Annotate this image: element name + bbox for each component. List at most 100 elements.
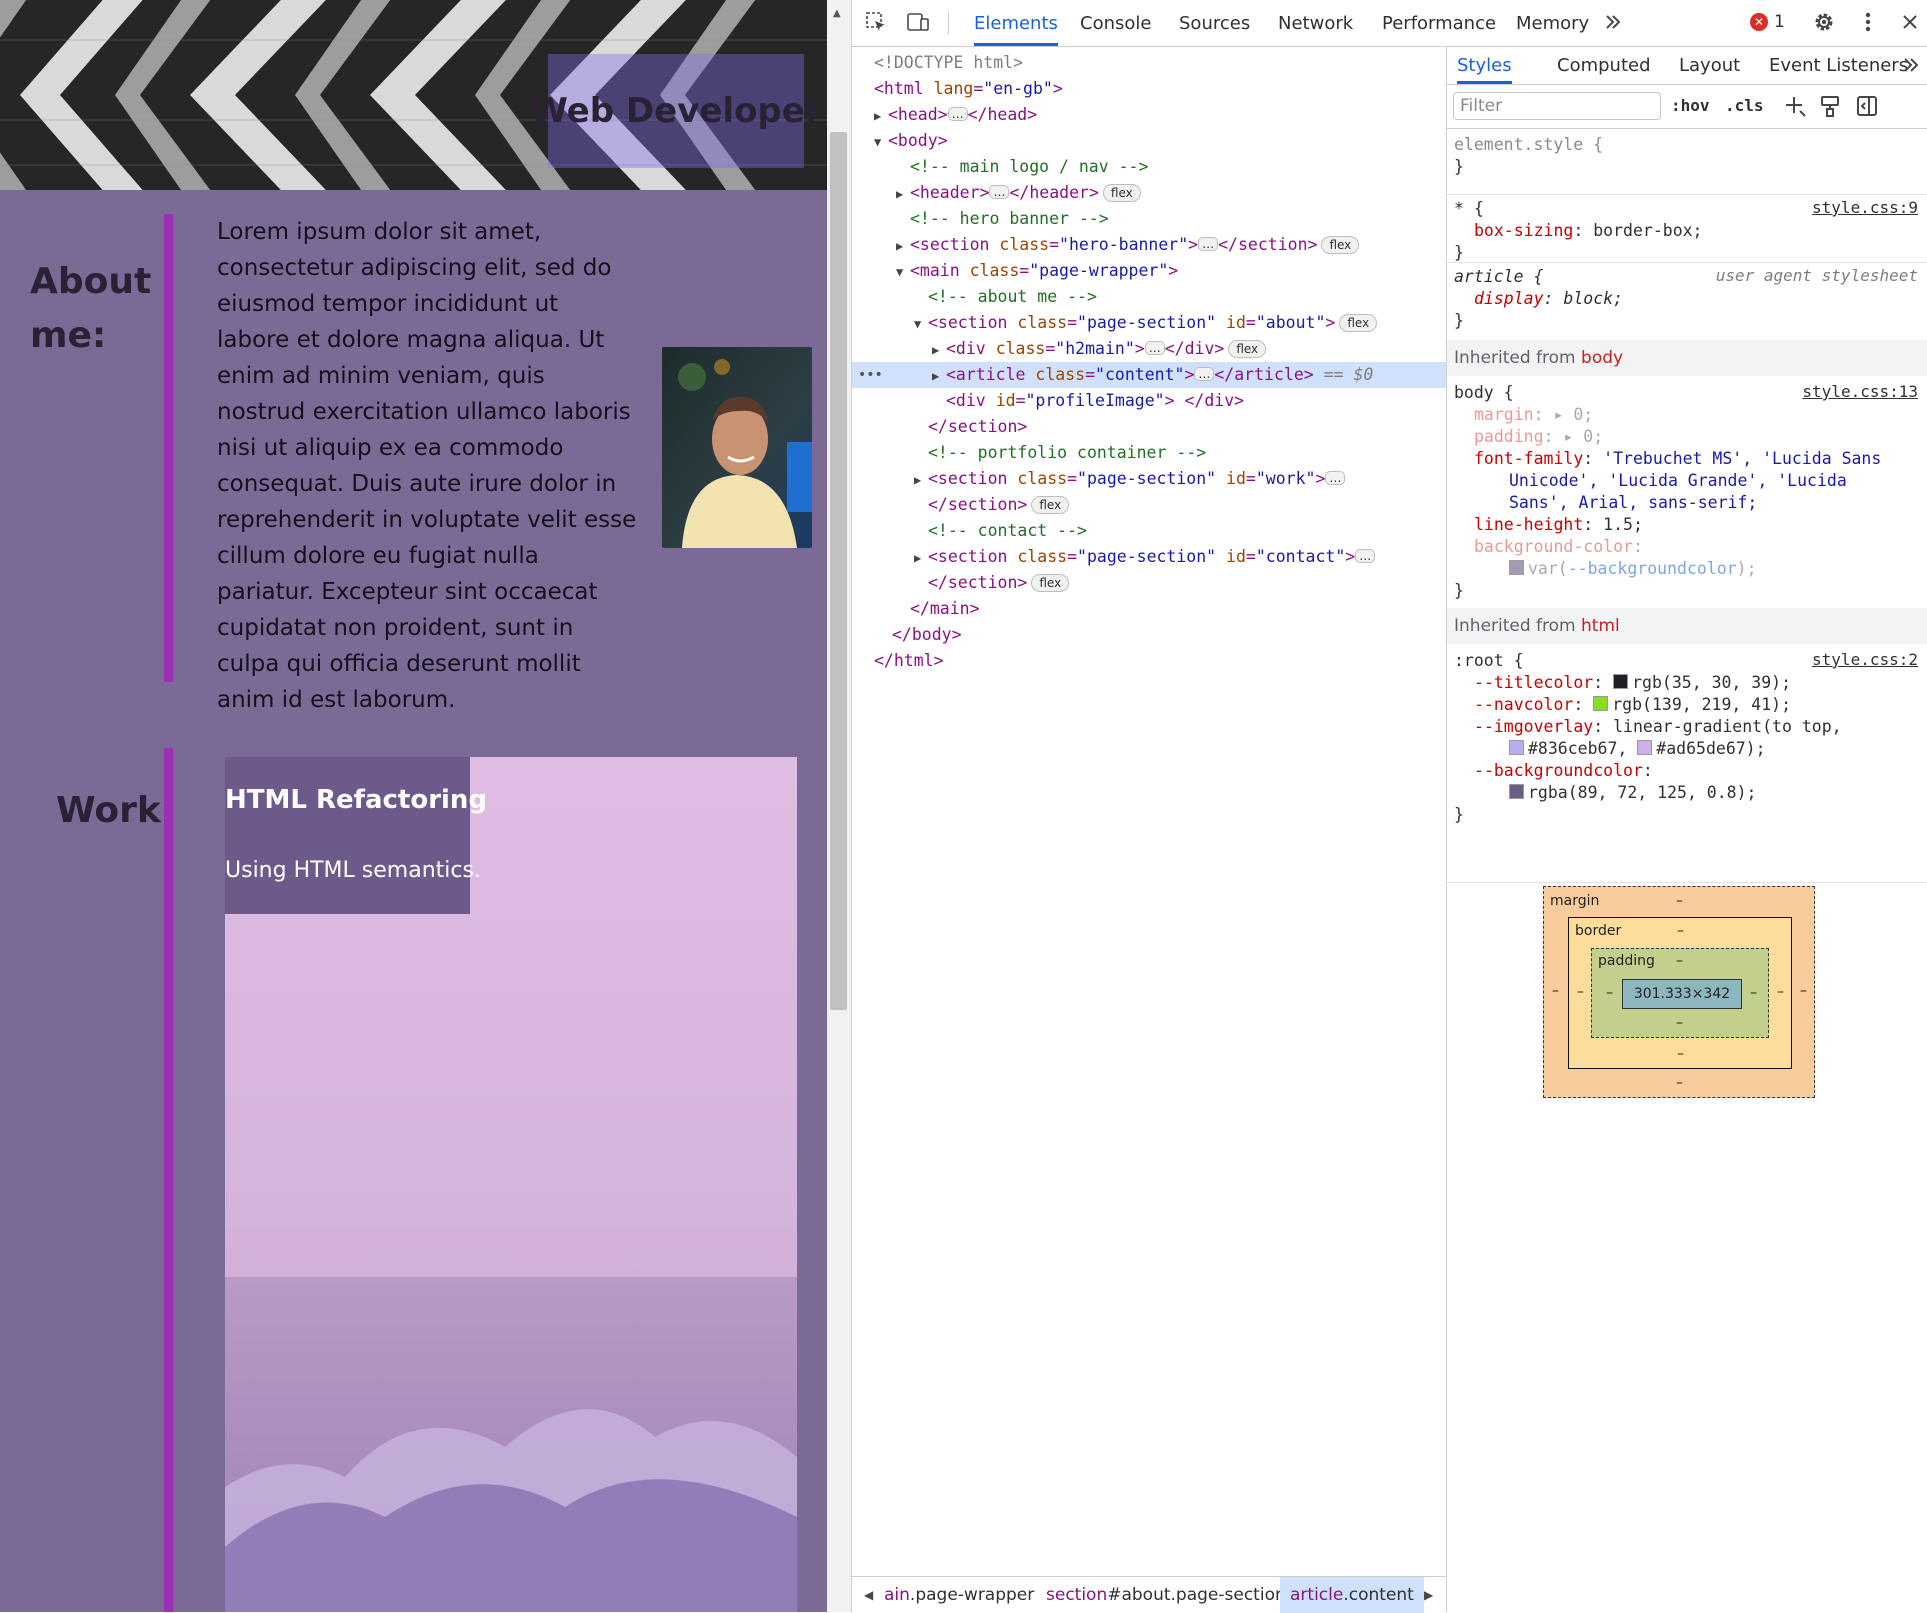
dom-comment-hero[interactable]: <!-- hero banner -->	[852, 206, 1446, 232]
dom-comment-about[interactable]: <!-- about me -->	[852, 284, 1446, 310]
hero-banner: Web Developer	[0, 0, 827, 190]
site-brand[interactable]: Web Developer	[530, 54, 822, 168]
expand-triangle-icon[interactable]: ▶	[874, 103, 888, 129]
flex-badge[interactable]: flex	[1339, 314, 1378, 332]
breadcrumb-item-main[interactable]: ain.page-wrapper	[884, 1577, 1034, 1613]
dom-node-header[interactable]: ▶ <header>… </header> flex	[852, 180, 1446, 206]
flex-badge[interactable]: flex	[1228, 340, 1267, 358]
color-swatch[interactable]	[1509, 740, 1524, 755]
tab-network[interactable]: Network	[1278, 0, 1353, 46]
dom-node-main-close[interactable]: </main>	[852, 596, 1446, 622]
filter-input[interactable]	[1453, 92, 1661, 120]
box-model-border[interactable]: border – – – – padding – – – – 301.333×3…	[1568, 917, 1792, 1069]
dom-node-about-section[interactable]: ▼ <section class="page-section" id="about…	[852, 310, 1446, 336]
breadcrumb-item-section[interactable]: section#about.page-section	[1046, 1577, 1286, 1613]
error-counter[interactable]: ✕ 1	[1750, 12, 1785, 32]
rule-body[interactable]: body { style.css:13 margin: ▸ 0; padding…	[1447, 378, 1927, 604]
dom-node-work-section[interactable]: ▶ <section class="page-section" id="work"…	[852, 466, 1446, 492]
new-style-rule-icon[interactable]	[1783, 94, 1807, 122]
breadcrumb-item-article[interactable]: article.content	[1280, 1577, 1424, 1613]
collapse-triangle-icon[interactable]: ▼	[914, 311, 928, 337]
inherited-body-link[interactable]: body	[1581, 348, 1623, 368]
flex-badge[interactable]: flex	[1031, 496, 1070, 514]
chevron-double-right-icon[interactable]	[1601, 10, 1625, 34]
dom-comment-contact[interactable]: <!-- contact -->	[852, 518, 1446, 544]
tab-performance[interactable]: Performance	[1382, 0, 1496, 46]
inherited-html-link[interactable]: html	[1581, 616, 1620, 636]
color-swatch[interactable]	[1509, 560, 1524, 575]
expand-triangle-icon[interactable]: ▶	[914, 467, 928, 493]
paint-brush-icon[interactable]	[1819, 94, 1841, 122]
source-link[interactable]: style.css:13	[1802, 382, 1918, 401]
profile-image	[662, 347, 812, 548]
error-x-icon: ✕	[1750, 13, 1768, 31]
dom-node-body-close[interactable]: </body>	[852, 622, 1446, 648]
scroll-up-arrow-icon[interactable]: ▲	[833, 8, 841, 19]
expand-triangle-icon[interactable]: ▶	[932, 337, 946, 363]
dom-node-h2main[interactable]: ▶ <div class="h2main">… </div> flex	[852, 336, 1446, 362]
close-icon[interactable]	[1898, 10, 1922, 34]
box-model-margin[interactable]: margin – – – – border – – – – padding – …	[1543, 886, 1815, 1098]
rule-article-ua[interactable]: article { user agent stylesheet display:…	[1447, 264, 1927, 330]
collapse-triangle-icon[interactable]: ▼	[874, 129, 888, 155]
rule-root[interactable]: :root { style.css:2 --titlecolor: rgb(35…	[1447, 646, 1927, 882]
dom-node-hero-section[interactable]: ▶ <section class="hero-banner">… </section…	[852, 232, 1446, 258]
tab-console[interactable]: Console	[1080, 0, 1151, 46]
toggle-sidebar-icon[interactable]	[1855, 94, 1879, 122]
dom-node-doctype[interactable]: <!DOCTYPE html>	[852, 50, 1446, 76]
color-swatch[interactable]	[1593, 696, 1609, 711]
dom-node-contact-section-close[interactable]: </section> flex	[852, 570, 1446, 596]
dom-node-body[interactable]: ▼ <body>	[852, 128, 1446, 154]
tab-sources[interactable]: Sources	[1179, 0, 1250, 46]
kebab-menu-icon[interactable]	[1856, 10, 1880, 34]
more-actions-icon[interactable]: •••	[858, 362, 883, 388]
expand-triangle-icon[interactable]: ▶	[896, 233, 910, 259]
source-link[interactable]: style.css:9	[1812, 198, 1918, 217]
cls-toggle[interactable]: .cls	[1725, 92, 1764, 120]
dom-node-section-close[interactable]: </section>	[852, 414, 1446, 440]
tab-computed[interactable]: Computed	[1557, 46, 1651, 84]
dom-node-contact-section[interactable]: ▶ <section class="page-section" id="conta…	[852, 544, 1446, 570]
chevron-double-right-icon[interactable]	[1901, 55, 1921, 79]
dom-node-head[interactable]: ▶ <head>… </head>	[852, 102, 1446, 128]
tab-layout[interactable]: Layout	[1679, 46, 1740, 84]
dom-node-html-close[interactable]: </html>	[852, 648, 1446, 674]
dom-node-profile-image[interactable]: <div id="profileImage"> </div>	[852, 388, 1446, 414]
dom-comment-nav[interactable]: <!-- main logo / nav -->	[852, 154, 1446, 180]
breadcrumb-right-arrow-icon[interactable]: ▶	[1424, 1577, 1433, 1613]
color-swatch[interactable]	[1509, 784, 1524, 799]
expand-triangle-icon[interactable]: ▶	[932, 363, 946, 389]
color-swatch[interactable]	[1613, 674, 1629, 689]
dom-node-article-selected[interactable]: ••• ▶ <article class="content">… </article>…	[852, 362, 1446, 388]
page-scrollbar[interactable]: ▲	[827, 0, 851, 1612]
page-scrollbar-thumb[interactable]	[830, 132, 847, 1010]
source-link[interactable]: style.css:2	[1812, 650, 1918, 669]
expand-triangle-icon[interactable]: ▶	[896, 181, 910, 207]
work-card[interactable]: HTML Refactoring Using HTML semantics.	[225, 757, 797, 1612]
tab-styles[interactable]: Styles	[1457, 46, 1512, 84]
color-swatch[interactable]	[1637, 740, 1653, 755]
hov-toggle[interactable]: :hov	[1671, 92, 1710, 120]
tab-memory[interactable]: Memory	[1516, 0, 1589, 46]
tab-event-listeners[interactable]: Event Listeners	[1769, 46, 1908, 84]
flex-badge[interactable]: flex	[1321, 236, 1360, 254]
box-model-padding[interactable]: padding – – – – 301.333×342	[1591, 948, 1769, 1038]
dom-node-main[interactable]: ▼ <main class="page-wrapper">	[852, 258, 1446, 284]
box-model-content[interactable]: 301.333×342	[1622, 979, 1742, 1009]
rule-universal[interactable]: * { style.css:9 box-sizing: border-box; …	[1447, 196, 1927, 272]
device-toolbar-icon[interactable]	[906, 10, 930, 34]
dom-comment-portfolio[interactable]: <!-- portfolio container -->	[852, 440, 1446, 466]
inspect-element-icon[interactable]	[864, 10, 888, 34]
breadcrumb-left-arrow-icon[interactable]: ◀	[864, 1577, 873, 1613]
expand-triangle-icon[interactable]: ▶	[914, 545, 928, 571]
rule-element-style[interactable]: element.style { }	[1447, 128, 1927, 192]
flex-badge[interactable]: flex	[1031, 574, 1070, 592]
collapse-triangle-icon[interactable]: ▼	[896, 259, 910, 285]
tab-elements[interactable]: Elements	[974, 0, 1058, 46]
dom-node-work-section-close[interactable]: </section> flex	[852, 492, 1446, 518]
inherited-from-body: Inherited from body	[1447, 340, 1927, 376]
dom-node-html[interactable]: <html lang="en-gb">	[852, 76, 1446, 102]
work-card-title[interactable]: HTML Refactoring	[225, 785, 487, 815]
gear-icon[interactable]	[1812, 10, 1836, 34]
flex-badge[interactable]: flex	[1102, 184, 1141, 202]
